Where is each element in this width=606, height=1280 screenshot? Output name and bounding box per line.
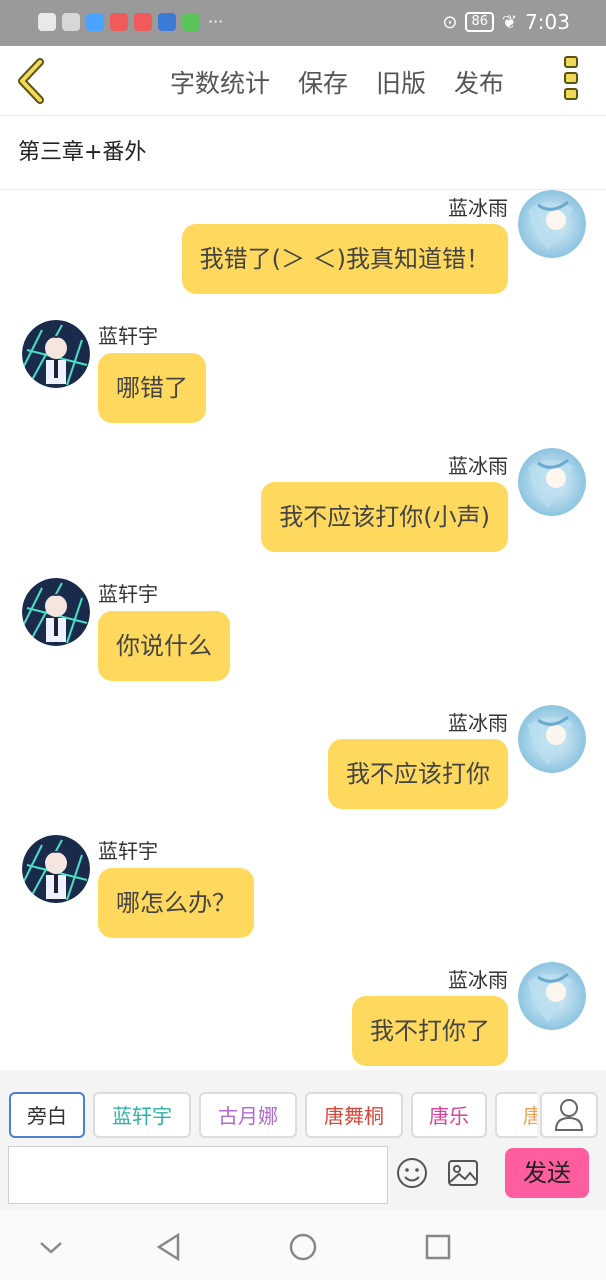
avatar-lanxuanyu[interactable] [22,578,90,646]
recents-square-icon[interactable] [423,1232,453,1262]
app-icon-browser [86,12,104,31]
character-chip-lanxuanyu[interactable]: 蓝轩宇 [93,1092,191,1138]
avatar-lanbingyu[interactable] [518,190,586,258]
chevron-down-icon[interactable] [36,1232,66,1262]
home-circle-icon[interactable] [288,1232,318,1262]
vibrate-icon: ⊙ [442,11,458,33]
back-triangle-icon[interactable] [154,1232,184,1262]
message-bubble[interactable]: 你说什么 [98,611,230,681]
character-chip-narrator[interactable]: 旁白 [9,1092,85,1138]
status-icons: ··· [38,12,223,31]
avatar-lanbingyu[interactable] [518,962,586,1030]
publish-button[interactable]: 发布 [454,64,504,100]
app-icon-video [182,12,200,31]
app-icon-red [134,12,152,31]
message-bubble[interactable]: 哪怎么办？ [98,868,254,938]
sender-name: 蓝轩宇 [98,582,158,606]
sender-name: 蓝轩宇 [98,839,158,863]
alert-icon [38,12,56,31]
send-button[interactable]: 发送 [505,1148,589,1198]
message-bubble[interactable]: 我错了(＞ ＜)我真知道错！ [181,224,508,294]
message-bubble[interactable]: 我不打你了 [352,996,508,1066]
person-icon [554,1099,584,1131]
top-toolbar: 字数统计 保存 旧版 发布 [0,46,606,116]
character-chip-tangwutong[interactable]: 唐舞桐 [305,1092,403,1138]
message-bubble[interactable]: 我不应该打你(小声) [261,482,508,552]
avatar-lanbingyu[interactable] [518,448,586,516]
message-bubble[interactable]: 我不应该打你 [328,739,508,809]
old-version-button[interactable]: 旧版 [376,64,426,100]
status-bar: ··· ⊙ 86 ❦ 7:03 [0,0,606,46]
image-icon [448,1160,478,1186]
sender-name: 蓝冰雨 [448,711,508,735]
avatar-lanxuanyu[interactable] [22,835,90,903]
character-chip-guyuena[interactable]: 古月娜 [199,1092,297,1138]
emoji-button[interactable] [395,1156,429,1190]
more-menu-button[interactable] [564,56,582,104]
battery-icon: 86 [465,12,494,32]
sender-name: 蓝冰雨 [448,454,508,478]
back-button[interactable] [14,58,50,104]
status-time: 7:03 [525,10,570,34]
message-bubble[interactable]: 哪错了 [98,353,206,423]
avatar-lanbingyu[interactable] [518,705,586,773]
compose-panel: 旁白 蓝轩宇 古月娜 唐舞桐 唐乐唐 发送 [0,1070,606,1210]
chat-list[interactable]: 蓝冰雨 我错了(＞ ＜)我真知道错！ 蓝轩宇 哪错了 蓝冰雨 我不应该打你(小声… [0,190,606,1070]
save-button[interactable]: 保存 [298,64,348,100]
character-selector[interactable]: 旁白 蓝轩宇 古月娜 唐舞桐 唐乐唐 [9,1092,537,1142]
avatar-lanxuanyu[interactable] [22,320,90,388]
more-dots-icon [564,56,578,68]
leaf-icon: ❦ [501,11,518,33]
image-button[interactable] [446,1156,480,1190]
sender-name: 蓝冰雨 [448,196,508,220]
add-character-button[interactable] [540,1092,598,1138]
system-nav-bar [0,1210,606,1280]
sender-name: 蓝冰雨 [448,968,508,992]
smile-icon [397,1158,427,1188]
sender-name: 蓝轩宇 [98,324,158,348]
message-input[interactable] [8,1146,388,1204]
more-dot-2 [564,72,578,84]
chevron-left-icon [18,58,44,104]
chapter-title[interactable]: 第三章+番外 [0,116,606,190]
character-chip-partial[interactable]: 唐 [495,1092,537,1138]
character-chip-tangle[interactable]: 唐乐 [411,1092,487,1138]
more-dot-3 [564,88,578,100]
app-icon-weibo [110,12,128,31]
more-notifications-icon: ··· [208,12,224,31]
wifi-icon [62,12,80,31]
word-count-button[interactable]: 字数统计 [170,64,270,100]
app-icon-xiaoming [158,12,176,31]
